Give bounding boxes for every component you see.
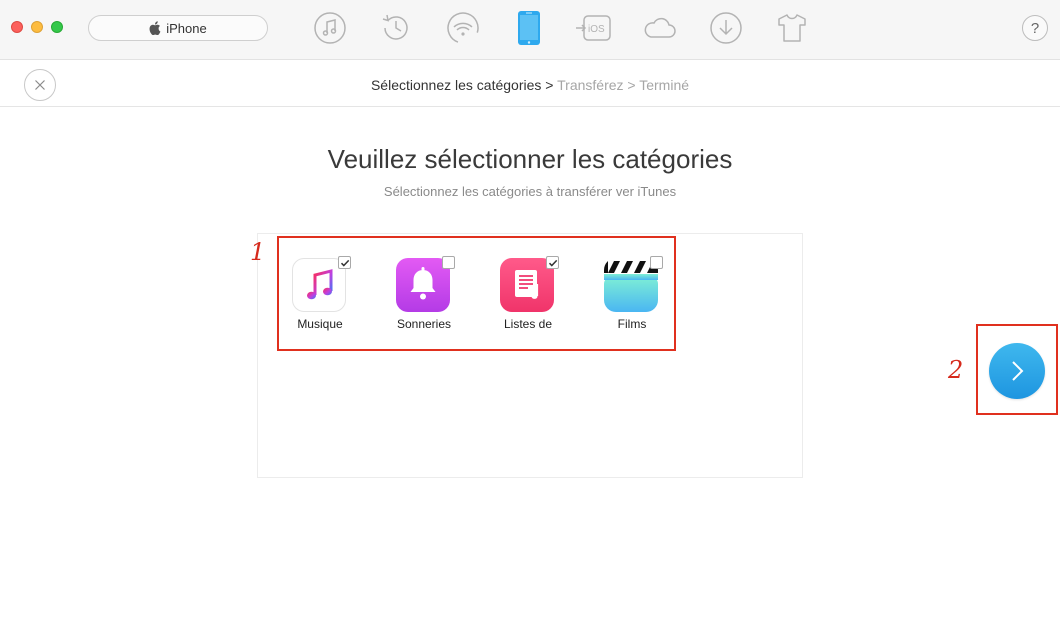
breadcrumb-separator: > — [545, 77, 554, 93]
annotation-step-1: 1 — [250, 238, 266, 266]
close-window-button[interactable] — [11, 21, 23, 33]
next-button[interactable] — [989, 343, 1045, 399]
apple-icon — [149, 21, 161, 35]
wifi-icon[interactable] — [445, 10, 481, 46]
download-icon[interactable] — [708, 10, 744, 46]
svg-text:iOS: iOS — [588, 24, 605, 35]
tshirt-icon[interactable] — [774, 10, 810, 46]
device-selector[interactable]: iPhone — [88, 15, 268, 41]
annotation-step-2: 2 — [948, 356, 964, 384]
device-name: iPhone — [166, 20, 207, 36]
help-button[interactable]: ? — [1022, 15, 1048, 41]
history-icon[interactable] — [378, 10, 414, 46]
chevron-right-icon — [1012, 361, 1024, 381]
zoom-window-button[interactable] — [51, 21, 63, 33]
annotation-box-categories — [277, 236, 676, 351]
breadcrumb-step-transfer: Transférez — [557, 77, 624, 93]
cloud-icon[interactable] — [642, 10, 678, 46]
help-label: ? — [1030, 19, 1040, 37]
page-title: Veuillez sélectionner les catégories — [327, 144, 733, 174]
music-icon[interactable] — [312, 10, 348, 46]
ios-transfer-icon[interactable]: iOS — [575, 10, 613, 46]
minimize-window-button[interactable] — [31, 21, 43, 33]
page-subtitle: Sélectionnez les catégories à transférer… — [383, 184, 677, 199]
breadcrumb: Sélectionnez les catégories > Transférez… — [0, 77, 1060, 93]
breadcrumb-bar: Sélectionnez les catégories > Transférez… — [0, 61, 1060, 107]
breadcrumb-step-select: Sélectionnez les catégories — [370, 77, 542, 93]
breadcrumb-separator: > — [627, 77, 636, 93]
phone-icon[interactable] — [511, 10, 547, 46]
breadcrumb-step-done: Terminé — [639, 77, 690, 93]
toolbar: iPhone iOS ? — [0, 0, 1060, 60]
